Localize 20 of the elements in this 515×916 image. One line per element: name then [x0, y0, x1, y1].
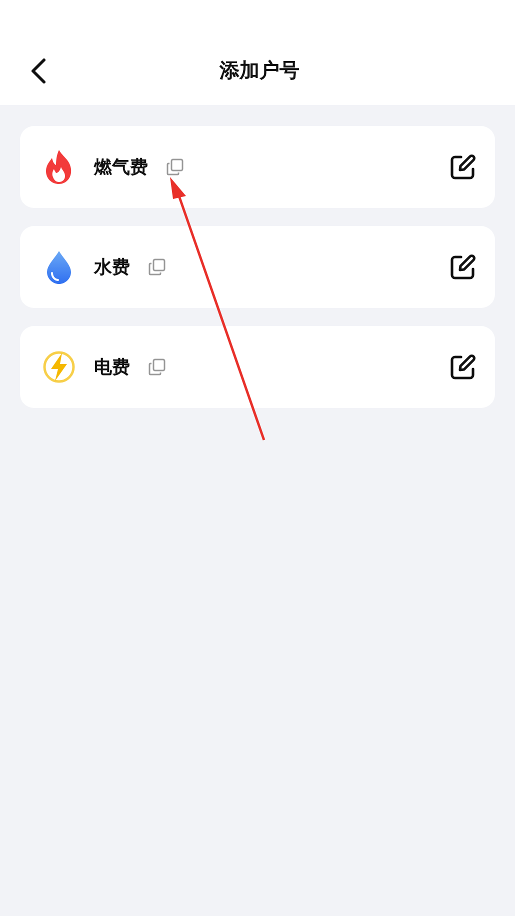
edit-button[interactable] — [449, 353, 477, 381]
edit-button[interactable] — [449, 253, 477, 281]
edit-icon — [449, 153, 477, 181]
account-name: 燃气费 — [94, 156, 148, 179]
copy-button[interactable] — [146, 356, 168, 378]
copy-button[interactable] — [164, 156, 186, 178]
copy-icon — [166, 158, 184, 176]
account-card[interactable]: 燃气费 — [20, 126, 495, 208]
page-title: 添加户号 — [220, 57, 300, 84]
account-name: 电费 — [94, 356, 130, 379]
account-card[interactable]: 水费 — [20, 226, 495, 308]
copy-button[interactable] — [146, 256, 168, 278]
edit-icon — [449, 353, 477, 381]
account-card[interactable]: 电费 — [20, 326, 495, 408]
account-name: 水费 — [94, 256, 130, 279]
edit-icon — [449, 253, 477, 281]
copy-icon — [148, 358, 166, 376]
copy-icon — [148, 258, 166, 276]
lightning-icon — [42, 349, 76, 385]
edit-button[interactable] — [449, 153, 477, 181]
